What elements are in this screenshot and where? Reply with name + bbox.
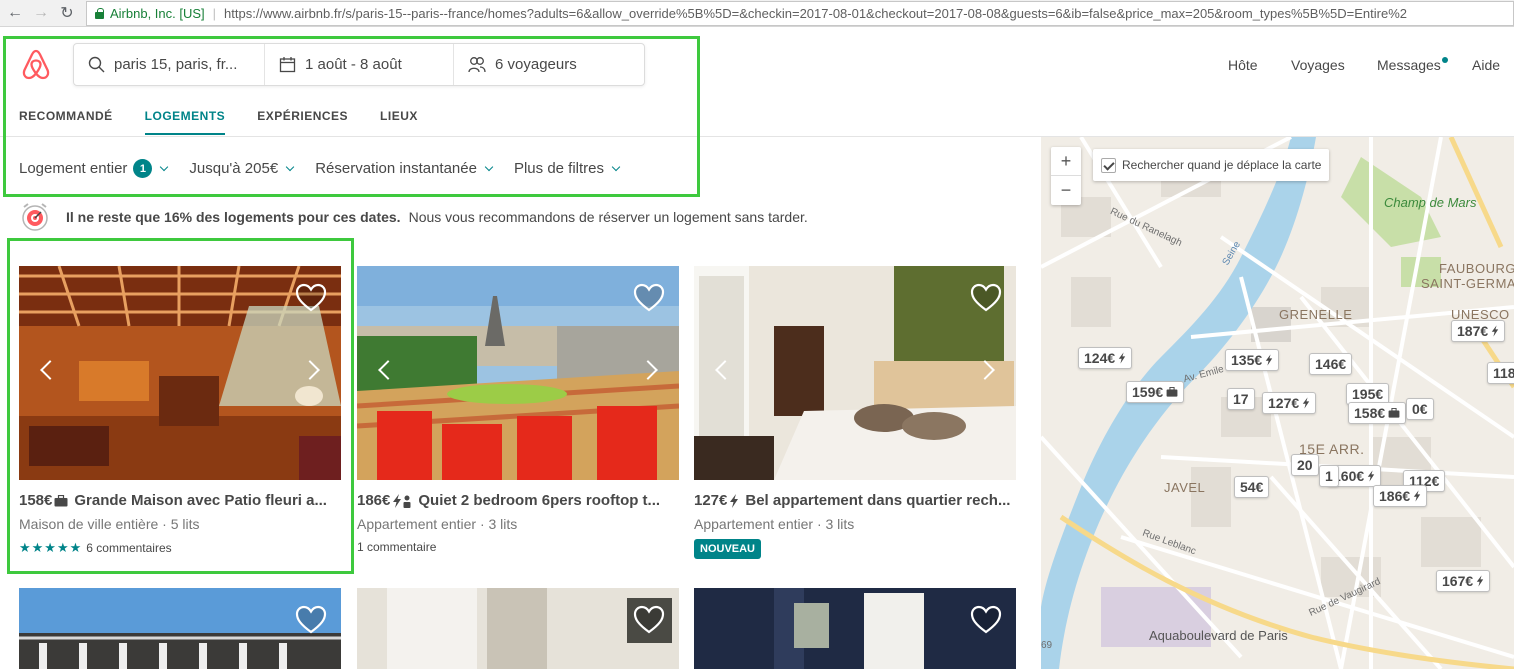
- map-price-pin[interactable]: 187€: [1451, 320, 1506, 342]
- instant-book-icon: [1476, 575, 1484, 587]
- listing-title[interactable]: Quiet 2 bedroom 6pers rooftop t...: [418, 492, 660, 509]
- map-price-pin[interactable]: 54€: [1234, 476, 1270, 498]
- instant-book-icon: [1118, 352, 1126, 364]
- map-price-pin[interactable]: 167€: [1436, 570, 1491, 592]
- listing-image: [357, 266, 679, 480]
- instant-book-icon: [730, 493, 739, 508]
- listing-image: [19, 588, 341, 669]
- notice-bold-text: Il ne reste que 16% des logements pour c…: [66, 209, 401, 225]
- unread-dot: [1441, 57, 1448, 63]
- browser-toolbar: ← → ↻ Airbnb, Inc. [US] | https://www.ai…: [0, 0, 1514, 27]
- listing-subtitle: Appartement entier · 3 lits: [357, 516, 518, 532]
- map-price-pin[interactable]: 135€: [1225, 349, 1280, 371]
- briefcase-icon: [1388, 408, 1400, 418]
- map-price-pin[interactable]: 20: [1291, 454, 1319, 476]
- map-label: SAINT-GERMA: [1421, 276, 1514, 291]
- listing-card[interactable]: [694, 588, 1016, 669]
- map-price-pin[interactable]: 17: [1227, 388, 1255, 410]
- instant-book-icon: [1413, 490, 1421, 502]
- listing-photo[interactable]: [694, 266, 1016, 480]
- instant-book-icon: [1302, 397, 1310, 409]
- instant-book-icon: [1491, 325, 1499, 337]
- map-price-pin[interactable]: 0€: [1406, 398, 1434, 420]
- zoom-out-button[interactable]: −: [1051, 176, 1081, 205]
- map-price-pin[interactable]: 158€: [1348, 402, 1407, 424]
- listing-card[interactable]: [19, 588, 341, 669]
- listing-card[interactable]: [357, 588, 679, 669]
- heart-icon[interactable]: [633, 605, 665, 635]
- listing-title-row: 186€ Quiet 2 bedroom 6pers rooftop t...: [357, 492, 679, 509]
- map-price-pin[interactable]: 146€: [1309, 353, 1353, 375]
- listing-photo[interactable]: [357, 588, 679, 669]
- search-on-move-checkbox[interactable]: Rechercher quand je déplace la carte: [1093, 149, 1329, 181]
- map-price-pin[interactable]: 186€: [1373, 485, 1428, 507]
- review-count: 1 commentaire: [357, 540, 437, 554]
- briefcase-icon: [1166, 387, 1178, 397]
- reload-icon[interactable]: ↻: [56, 2, 78, 24]
- heart-icon[interactable]: [970, 283, 1002, 313]
- listing-image: [357, 588, 679, 669]
- url-text[interactable]: https://www.airbnb.fr/s/paris-15--paris-…: [224, 6, 1407, 21]
- listing-subtitle: Appartement entier · 3 lits: [694, 516, 855, 532]
- instant-book-and-business-icon: [393, 493, 411, 508]
- map-price-pin[interactable]: 127€: [1262, 392, 1317, 414]
- listing-photo[interactable]: [357, 266, 679, 480]
- map-label: JAVEL: [1164, 480, 1206, 495]
- search-on-move-label: Rechercher quand je déplace la carte: [1122, 158, 1322, 172]
- heart-icon[interactable]: [633, 283, 665, 313]
- map-label: Champ de Mars: [1384, 195, 1477, 210]
- map-label: GRENELLE: [1279, 307, 1353, 322]
- map-price-pin[interactable]: 124€: [1078, 347, 1133, 369]
- new-badge: NOUVEAU: [694, 539, 762, 559]
- listing-title[interactable]: Bel appartement dans quartier rech...: [745, 492, 1010, 509]
- availability-notice: Il ne reste que 16% des logements pour c…: [19, 201, 808, 233]
- secure-origin-label: Airbnb, Inc. [US]: [110, 6, 205, 21]
- nav-host-link[interactable]: Hôte: [1228, 57, 1258, 73]
- back-icon[interactable]: ←: [4, 2, 26, 24]
- instant-book-icon: [1367, 470, 1375, 482]
- nav-trips-link[interactable]: Voyages: [1291, 57, 1345, 73]
- heart-icon[interactable]: [295, 605, 327, 635]
- map-price-pin[interactable]: 118: [1487, 362, 1514, 384]
- map-label: Aquaboulevard de Paris: [1149, 628, 1288, 643]
- listing-card[interactable]: 127€ Bel appartement dans quartier rech.…: [694, 266, 1016, 559]
- zoom-in-button[interactable]: +: [1051, 147, 1081, 176]
- lock-icon: [95, 8, 104, 19]
- listing-photo[interactable]: [694, 588, 1016, 669]
- notice-text: Nous vous recommandons de réserver un lo…: [408, 209, 808, 225]
- nav-messages-link[interactable]: Messages: [1377, 57, 1448, 73]
- alarm-clock-icon: [22, 203, 48, 231]
- listing-image: [694, 266, 1016, 480]
- map-label: FAUBOURG: [1439, 261, 1514, 276]
- map-price-pin[interactable]: 1: [1319, 465, 1339, 487]
- search-map[interactable]: + − Rechercher quand je déplace la carte…: [1041, 137, 1514, 669]
- map-label: 69: [1041, 640, 1053, 651]
- listing-price: 186€: [357, 492, 391, 509]
- map-price-pin[interactable]: 159€: [1126, 381, 1185, 403]
- heart-icon[interactable]: [970, 605, 1002, 635]
- nav-help-link[interactable]: Aide: [1472, 57, 1500, 73]
- listing-rating: 1 commentaire: [357, 540, 679, 554]
- address-bar[interactable]: Airbnb, Inc. [US] | https://www.airbnb.f…: [86, 1, 1514, 26]
- listing-price: 127€: [694, 492, 728, 509]
- listing-photo[interactable]: [19, 588, 341, 669]
- highlight-box-first-listing: [7, 238, 354, 574]
- checkbox-checked-icon[interactable]: [1101, 157, 1116, 173]
- listing-title-row: 127€ Bel appartement dans quartier rech.…: [694, 492, 1016, 509]
- listing-image: [694, 588, 1016, 669]
- forward-icon[interactable]: →: [30, 2, 52, 24]
- highlight-box-search-filters: [3, 36, 700, 197]
- messages-label: Messages: [1377, 57, 1441, 73]
- map-zoom-control: + −: [1051, 147, 1081, 205]
- instant-book-icon: [1265, 354, 1273, 366]
- listing-card[interactable]: 186€ Quiet 2 bedroom 6pers rooftop t... …: [357, 266, 679, 554]
